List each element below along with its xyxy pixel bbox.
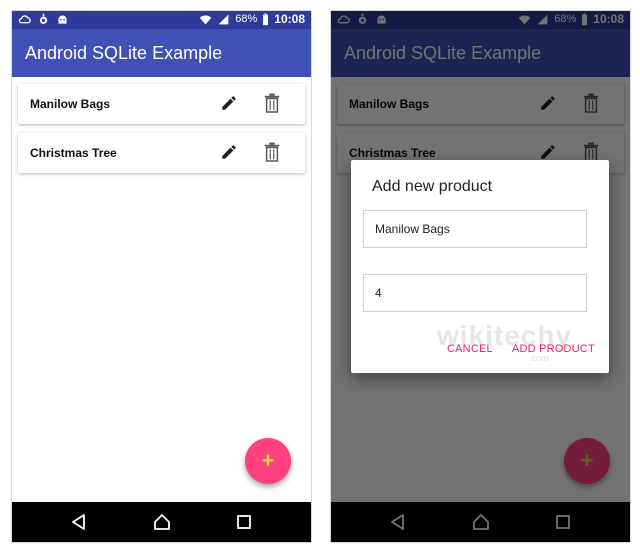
product-name: Manilow Bags	[30, 97, 111, 111]
cloud-sync-icon	[18, 13, 31, 26]
battery-icon	[262, 12, 269, 26]
app-title: Android SQLite Example	[25, 43, 223, 63]
product-name-input[interactable]	[363, 210, 587, 248]
recents-icon[interactable]	[234, 512, 254, 532]
product-quantity-input[interactable]	[363, 274, 587, 312]
product-list: Manilow Bags Christmas Tree	[18, 84, 305, 182]
cancel-button[interactable]: CANCEL	[447, 343, 493, 355]
phone-screen-list: 68% 10:08 Android SQLite Example Manilow…	[11, 10, 312, 543]
phone-screen-dialog: 68% 10:08 Android SQLite Example Manilow…	[330, 10, 631, 543]
edit-icon[interactable]	[220, 143, 238, 161]
status-time: 10:08	[274, 12, 305, 26]
plus-icon: +	[261, 448, 275, 473]
android-icon	[56, 13, 69, 26]
navigation-bar	[12, 502, 311, 542]
product-card[interactable]: Christmas Tree	[18, 133, 305, 173]
signal-icon	[217, 13, 230, 26]
home-icon[interactable]	[152, 512, 172, 532]
dialog-title: Add new product	[372, 178, 493, 195]
app-bar: Android SQLite Example	[12, 29, 311, 77]
edit-icon[interactable]	[220, 94, 238, 112]
add-product-fab[interactable]: +	[245, 438, 291, 484]
status-bar: 68% 10:08	[12, 11, 311, 29]
battery-percent: 68%	[235, 13, 258, 25]
add-product-dialog: Add new product wikitechy .com CANCEL AD…	[351, 160, 609, 373]
android-debug-icon	[37, 13, 50, 26]
add-product-button[interactable]: ADD PRODUCT	[512, 343, 595, 355]
product-card[interactable]: Manilow Bags	[18, 84, 305, 124]
wifi-icon	[199, 13, 212, 26]
delete-icon[interactable]	[263, 93, 281, 113]
product-name: Christmas Tree	[30, 146, 117, 160]
delete-icon[interactable]	[263, 142, 281, 162]
back-icon[interactable]	[69, 512, 89, 532]
